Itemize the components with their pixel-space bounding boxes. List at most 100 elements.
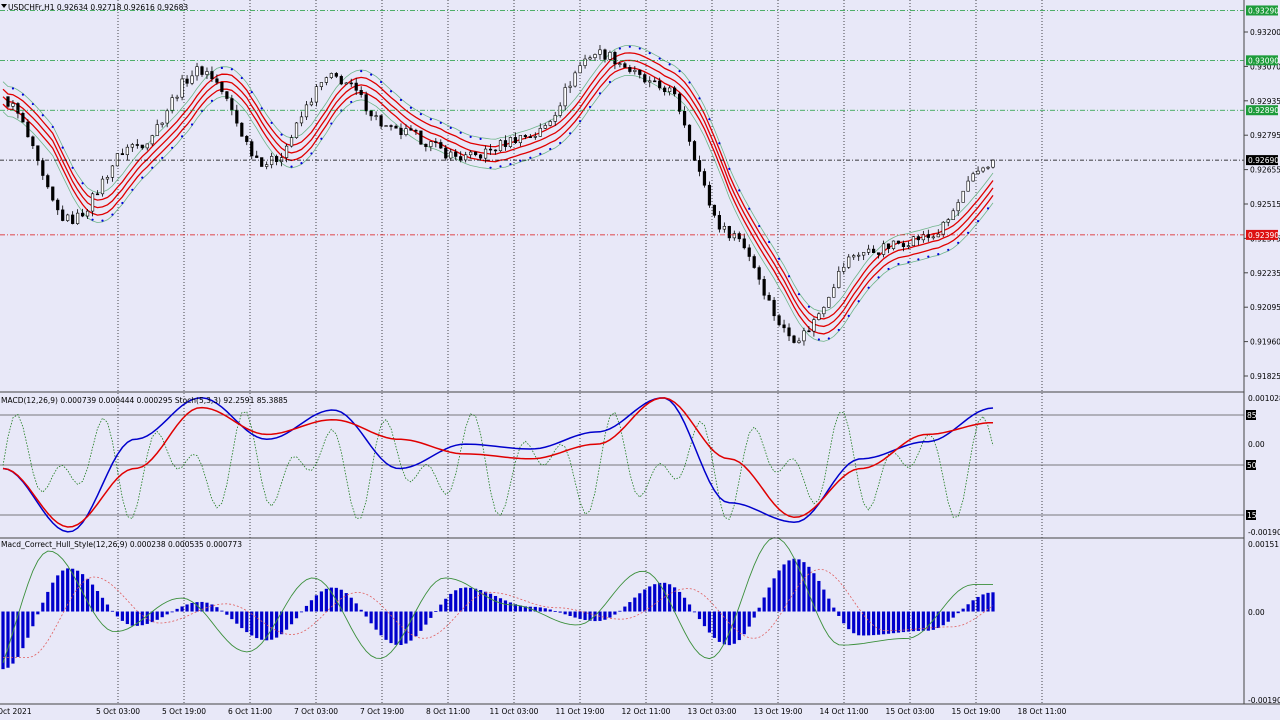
psar-dot [578,120,582,123]
hull-histogram-bar [702,611,707,627]
hull-histogram-bar [309,600,314,612]
candle-body [56,199,60,211]
psar-dot [459,131,462,134]
psar-dot [539,152,542,155]
psar-dot [738,189,741,192]
psar-dot [688,81,691,84]
candle-body [737,233,741,240]
candle-body [71,214,75,224]
hull-histogram-bar [538,607,542,612]
hull-histogram-bar [961,608,965,612]
time-label: 6 Oct 11:00 [228,707,272,716]
candle-body [792,335,796,343]
candle-body [682,111,687,126]
psar-dot [877,276,880,279]
candle-body [702,171,707,186]
hull-histogram-bar [46,591,50,612]
psar-dot [549,147,552,151]
candle-body [80,212,85,217]
hull-histogram-bar [155,611,159,620]
hull-histogram-bar [493,595,498,612]
time-label: 7 Oct 19:00 [360,707,404,716]
hull-histogram-bar [837,611,841,616]
hull-histogram-bar [349,597,353,612]
candle-body [419,130,423,145]
candle-body [215,78,219,83]
stoch-level-label: 15 [1247,511,1257,520]
candle-body [782,324,786,329]
psar-dot [678,70,681,73]
psar-dot [290,165,293,168]
price-badge-label: 0.93290 [1248,6,1279,15]
hull-histogram-bar [911,611,916,632]
hull-histogram-bar [51,582,55,612]
hull-histogram-bar [697,611,702,620]
hull-histogram-bar [125,611,129,625]
hull-histogram-bar [608,611,612,618]
time-label: 8 Oct 11:00 [426,707,470,716]
candle-body [867,248,871,253]
hull-histogram-bar [150,611,154,623]
candle-body [573,72,577,87]
candle-body [797,340,801,343]
candle-body [160,122,164,125]
candle-body [299,116,304,124]
hull-histogram-bar [643,589,647,612]
hull-histogram-bar [906,611,911,632]
price-tick-label: 0.92655 [1250,166,1280,175]
candle-body [777,315,781,326]
candle-body [170,97,174,112]
hull-histogram-bar [120,611,124,621]
hull-histogram-bar [110,610,115,612]
candle-body [802,330,806,342]
candle-body [643,74,647,83]
candle-body [847,256,851,268]
candle-body [319,82,323,88]
candle-body [434,141,438,143]
hull-histogram-bar [389,611,393,644]
candle-body [110,165,115,178]
candle-body [991,159,995,168]
psar-dot [986,207,990,210]
hull-histogram-bar [558,611,562,613]
hull-histogram-bar [682,597,687,612]
candle-body [668,87,672,93]
hull-histogram-bar [792,558,796,612]
candle-body [533,136,537,138]
candle-body [409,128,413,131]
hull-histogram-bar [130,611,134,626]
candle-body [220,82,224,92]
candle-body [722,226,726,230]
candle-body [66,214,70,221]
price-chart[interactable]: 4 Oct 2021 5 Oct 03:00 5 Oct 19:00 6 Oct 11… [0,0,1280,720]
hull-histogram-bar [847,611,851,630]
hull-histogram-bar [454,590,458,612]
hull-histogram-bar [275,611,279,638]
candle-body [61,209,65,221]
candle-body [906,245,911,247]
candle-body [613,52,617,65]
hull-tick-label: -0.001905 [1248,696,1280,705]
hull-histogram-bar [633,597,637,612]
psar-dot [698,97,701,100]
hull-histogram-bar [762,597,766,612]
candle-body [235,109,239,124]
stoch-line [2,411,994,520]
candle-body [135,144,139,146]
time-label: 15 Oct 03:00 [886,707,935,716]
psar-dot [917,258,920,261]
psar-dot [648,52,651,55]
hull-histogram-bar [802,562,806,612]
candle-body [648,80,652,83]
psar-dot [190,123,194,126]
price-badge-label: 0.92390 [1248,231,1279,240]
chart-window[interactable]: 4 Oct 2021 5 Oct 03:00 5 Oct 19:00 6 Oct 11… [0,0,1280,720]
psar-dot [817,338,820,341]
candle-body [787,327,791,337]
hull-histogram-bar [31,611,35,627]
candle-body [872,248,876,253]
hull-histogram-bar [618,610,622,612]
collapse-arrow-icon[interactable] [1,4,7,8]
candle-body [205,71,209,75]
time-label: 11 Oct 19:00 [556,707,605,716]
